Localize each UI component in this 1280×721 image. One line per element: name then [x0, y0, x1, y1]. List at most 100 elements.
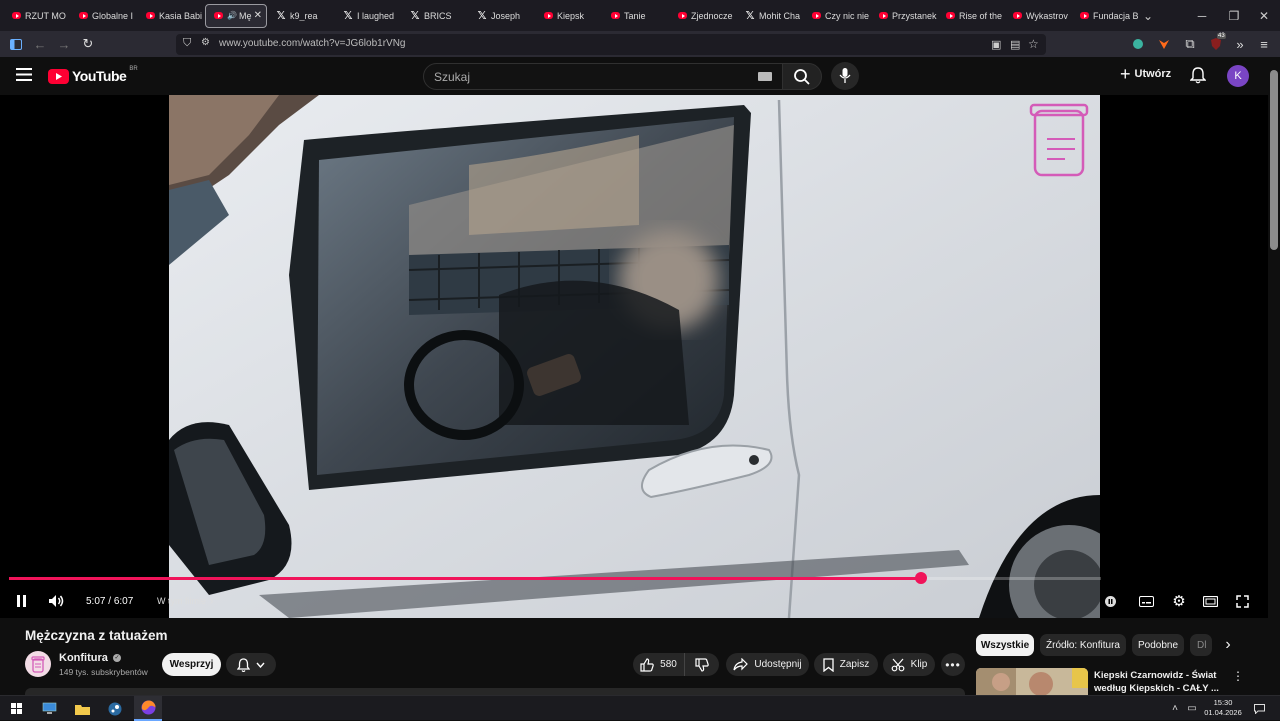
- channel-avatar[interactable]: [25, 651, 51, 677]
- channel-name[interactable]: Konfitura ✓: [59, 652, 121, 664]
- pause-icon[interactable]: [12, 591, 30, 611]
- chip-scroll-right-icon[interactable]: ›: [1216, 634, 1240, 656]
- browser-tab[interactable]: Kiepsk: [536, 4, 602, 28]
- progress-bar[interactable]: [9, 572, 1101, 584]
- browser-tab[interactable]: 𝕏 I laughed: [335, 4, 401, 28]
- search-input[interactable]: Szukaj: [423, 63, 783, 90]
- notification-center-icon[interactable]: [1250, 696, 1268, 721]
- tray-chevron-up-icon[interactable]: ˄: [1168, 696, 1182, 721]
- close-window-icon[interactable]: ✕: [1248, 0, 1280, 31]
- browser-tab[interactable]: 𝕏k9_rea: [268, 4, 334, 28]
- youtube-logo[interactable]: YouTube BR: [48, 66, 138, 84]
- clip-button[interactable]: Klip: [883, 653, 935, 676]
- url-bar[interactable]: ⛉ ⚙ www.youtube.com/watch?v=JG6lob1rVNg …: [176, 34, 1046, 55]
- video-player[interactable]: 5:07 / 6:07 W tym filmie › ⚙: [0, 95, 1268, 618]
- youtube-icon: [611, 12, 620, 19]
- recommendation-thumbnail[interactable]: [976, 668, 1088, 695]
- shield-icon[interactable]: ⛉: [183, 37, 191, 50]
- tab-title: RZUT MO: [25, 10, 66, 21]
- youtube-icon: [879, 12, 888, 19]
- file-explorer-icon[interactable]: [68, 696, 96, 721]
- share-arrow-icon: [733, 658, 749, 671]
- back-arrow-icon[interactable]: ←: [28, 31, 52, 57]
- tab-overflow-chevron-icon[interactable]: ⌄: [1132, 0, 1164, 31]
- picture-in-picture-icon[interactable]: ▣: [991, 38, 1001, 51]
- recommendation-title[interactable]: Kiepski Czarnowidz - Świat według Kiepsk…: [1094, 669, 1224, 695]
- settings-gear-icon[interactable]: ⚙: [1169, 591, 1189, 611]
- chip-related[interactable]: Podobne: [1132, 634, 1184, 656]
- browser-tab[interactable]: Globalne I: [71, 4, 137, 28]
- save-button[interactable]: Zapisz: [814, 653, 878, 676]
- browser-tab[interactable]: Czy nic nie: [804, 4, 870, 28]
- tab-title: Wykastrov: [1026, 10, 1068, 21]
- browser-tab[interactable]: Wykastrov: [1005, 4, 1071, 28]
- channel-name-text[interactable]: Konfitura: [59, 652, 108, 664]
- browser-tab[interactable]: Rise of the: [938, 4, 1004, 28]
- dislike-button[interactable]: [684, 653, 719, 676]
- bookmark-star-icon[interactable]: ☆: [1028, 37, 1039, 51]
- search-placeholder: Szukaj: [434, 70, 471, 84]
- app-menu-icon[interactable]: ≡: [1252, 31, 1276, 57]
- sidebar-toggle-icon[interactable]: [4, 31, 28, 57]
- driver-silhouette: [499, 280, 689, 425]
- network-icon[interactable]: ▭: [1184, 696, 1200, 721]
- autoplay-toggle-icon[interactable]: [1104, 591, 1116, 611]
- like-button[interactable]: 580: [633, 653, 684, 676]
- firefox-taskbar-icon[interactable]: [134, 696, 162, 721]
- site-settings-icon[interactable]: ⚙: [201, 37, 210, 48]
- recommendation-menu-icon[interactable]: ⋮: [1232, 668, 1244, 684]
- this-pc-icon[interactable]: [35, 696, 63, 721]
- youtube-icon: [1080, 12, 1089, 19]
- browser-tab[interactable]: Tanie: [603, 4, 669, 28]
- chip-partial[interactable]: Dl: [1190, 634, 1212, 656]
- reader-view-icon[interactable]: ▤: [1010, 38, 1020, 51]
- ublock-extension-icon[interactable]: 43: [1204, 31, 1228, 57]
- theater-mode-icon[interactable]: [1201, 591, 1219, 611]
- support-button[interactable]: Wesprzyj: [162, 653, 221, 676]
- share-button[interactable]: Udostępnij: [726, 653, 809, 676]
- reload-icon[interactable]: ↻: [76, 31, 100, 57]
- in-this-video-label: W tym filmie: [157, 596, 206, 606]
- browser-tab[interactable]: 𝕏 Joseph: [469, 4, 535, 28]
- subtitles-icon[interactable]: [1137, 591, 1155, 611]
- video-frame[interactable]: [169, 95, 1100, 618]
- search-button[interactable]: [782, 63, 822, 90]
- notifications-bell-icon[interactable]: [1189, 67, 1208, 85]
- scrubber-handle[interactable]: [914, 572, 927, 584]
- browser-tab[interactable]: 𝕏 Mohit Cha: [737, 4, 803, 28]
- audio-playing-icon[interactable]: 🔊: [227, 11, 237, 20]
- extensions-puzzle-icon[interactable]: ⧉: [1178, 31, 1202, 57]
- fox-extension-icon[interactable]: [1152, 31, 1176, 57]
- subscription-bell-button[interactable]: [226, 653, 276, 676]
- more-tools-chevron-icon[interactable]: »: [1228, 31, 1252, 57]
- url-text[interactable]: www.youtube.com/watch?v=JG6lob1rVNg: [219, 38, 405, 49]
- steam-icon[interactable]: [101, 696, 129, 721]
- browser-tab[interactable]: Fundacja B: [1072, 4, 1138, 28]
- browser-tab[interactable]: RZUT MO: [4, 4, 70, 28]
- taskbar-clock[interactable]: 15:30 01.04.2026: [1200, 698, 1246, 718]
- create-button[interactable]: + Utwórz: [1120, 65, 1171, 83]
- scrollbar-thumb[interactable]: [1270, 70, 1278, 250]
- more-actions-button[interactable]: •••: [941, 653, 965, 676]
- chevron-down-icon: [256, 662, 265, 668]
- browser-tab[interactable]: 𝕏 BRICS: [402, 4, 468, 28]
- browser-tab[interactable]: 🔊 Mę ✕: [205, 3, 267, 28]
- chip-source-channel[interactable]: Źródło: Konfitura: [1040, 634, 1126, 656]
- browser-tab[interactable]: Przystanek: [871, 4, 937, 28]
- minimize-icon[interactable]: ─: [1186, 0, 1218, 31]
- vpn-extension-icon[interactable]: [1126, 31, 1150, 57]
- chip-all[interactable]: Wszystkie: [976, 634, 1034, 656]
- hamburger-menu-icon[interactable]: [16, 68, 32, 81]
- fullscreen-icon[interactable]: [1234, 591, 1250, 611]
- keyboard-icon[interactable]: [758, 72, 772, 81]
- volume-icon[interactable]: [46, 591, 66, 611]
- forward-arrow-icon[interactable]: →: [52, 31, 76, 57]
- account-avatar[interactable]: K: [1227, 65, 1249, 87]
- restore-icon[interactable]: ❐: [1218, 0, 1250, 31]
- browser-tab[interactable]: Kasia Babi: [138, 4, 204, 28]
- voice-search-button[interactable]: [831, 62, 859, 90]
- start-windows-icon[interactable]: [2, 696, 30, 721]
- close-tab-icon[interactable]: ✕: [254, 10, 262, 21]
- chapters-button[interactable]: W tym filmie ›: [157, 591, 213, 611]
- browser-tab[interactable]: Zjednocze: [670, 4, 736, 28]
